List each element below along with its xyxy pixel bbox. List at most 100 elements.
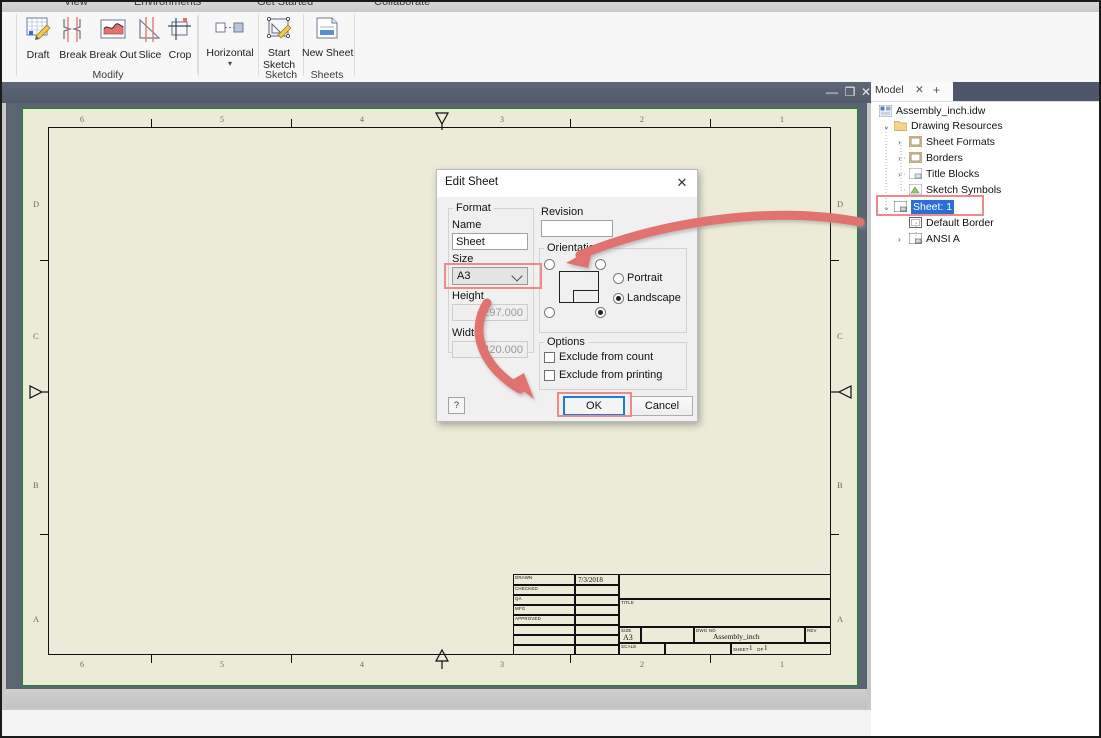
width-label: Width (452, 327, 481, 339)
row-letter-A-right: A (837, 614, 844, 624)
title-block-label-checked: CHECKED (515, 586, 538, 591)
column-number-bottom-1: 1 (780, 660, 784, 669)
minimize-button[interactable]: — (824, 84, 840, 100)
start-sketch-icon (260, 16, 300, 47)
row-letter-D-right: D (837, 199, 844, 209)
ribbon-body: Draft Break Break Out Slice Crop Modify … (2, 12, 1099, 82)
restore-button[interactable]: ❐ (842, 84, 858, 100)
height-input: 297.000 (452, 304, 528, 321)
ribbon-button-break-out-label: Break Out (89, 49, 137, 61)
height-label: Height (452, 290, 484, 302)
break-out-icon (89, 16, 137, 49)
format-group-label: Format (453, 202, 494, 214)
chevron-down-icon[interactable]: ▾ (202, 59, 258, 67)
row-letter-C: C (33, 331, 39, 341)
model-browser-panel: Model ✕ + Assembly_inch.idw ⌄ Drawing Re… (871, 82, 1099, 736)
row-letter-A: A (33, 614, 40, 624)
title-block-label-sheet-of: OF (757, 647, 764, 652)
highlight-size-dropdown (444, 263, 542, 289)
ribbon-tab-environments[interactable]: Environments (134, 2, 201, 8)
title-block-label-qa: QA (515, 596, 522, 601)
column-number-bottom-3: 3 (500, 660, 504, 669)
new-sheet-icon (302, 16, 352, 47)
title-block-value-sheet-total: 1 (764, 644, 768, 652)
tab-model-close-icon[interactable]: ✕ (915, 84, 924, 96)
row-letter-D: D (33, 199, 40, 209)
title-block-label-mfg: MFG (515, 606, 526, 611)
ribbon-button-crop[interactable]: Crop (164, 16, 196, 62)
orientation-corner-top-left-radio[interactable] (544, 259, 555, 270)
orientation-group-label: Orientation (544, 242, 604, 254)
ribbon-group-sheets-label: Sheets (310, 69, 344, 81)
column-number-6: 6 (80, 115, 84, 124)
edit-sheet-dialog[interactable]: Edit Sheet ✕ Format Name Sheet Size A3 H… (436, 169, 698, 422)
ribbon-tab-view[interactable]: View (64, 2, 88, 8)
column-number-bottom-5: 5 (220, 660, 224, 669)
status-bar (6, 689, 867, 708)
ribbon-button-break[interactable]: Break (57, 16, 89, 62)
center-marker-left (29, 385, 49, 399)
tab-model[interactable]: Model (875, 84, 904, 96)
ribbon-button-new-sheet[interactable]: New Sheet (302, 16, 353, 60)
tree-connectors (885, 126, 922, 239)
browser-tab-bar: Model ✕ + (871, 82, 1099, 102)
title-block[interactable]: DRAWN CHECKED QA MFG APPROVED 7/3/2018 T… (513, 574, 831, 655)
drawing-window-titlebar: — ❐ ✕ (2, 82, 871, 103)
add-tab-button[interactable]: + (933, 83, 940, 97)
exclude-from-count-label: Exclude from count (559, 351, 654, 363)
highlight-ok-button (557, 392, 632, 417)
exclude-from-printing-label: Exclude from printing (559, 369, 663, 381)
tab-bar-filler (953, 82, 1099, 101)
ribbon-button-start-sketch[interactable]: Start Sketch (260, 16, 300, 71)
column-number-bottom-4: 4 (360, 660, 364, 669)
ribbon-button-horizontal[interactable]: Horizontal ▾ (202, 16, 258, 67)
width-input: 420.000 (452, 341, 528, 358)
sheet-preview-titleblock (573, 290, 599, 303)
exclude-from-count-checkbox[interactable] (544, 352, 555, 363)
ribbon-button-draft[interactable]: Draft (20, 16, 56, 62)
orientation-corner-bottom-right-radio[interactable] (595, 307, 606, 318)
column-number-bottom-2: 2 (640, 660, 644, 669)
ribbon-button-crop-label: Crop (168, 49, 192, 61)
title-block-value-sheet-num: 1 (749, 644, 753, 652)
help-button[interactable]: ? (448, 397, 465, 414)
ribbon-tab-get-started[interactable]: Get Started (257, 2, 313, 8)
ribbon-group-sketch-label: Sketch (264, 69, 298, 81)
row-letter-B-right: B (837, 480, 843, 490)
ribbon-button-horizontal-label: Horizontal (206, 47, 254, 59)
exclude-from-printing-checkbox[interactable] (544, 370, 555, 381)
crop-icon (164, 16, 196, 49)
ribbon-tab-strip: View Environments Get Started Collaborat… (2, 2, 1099, 12)
options-group-label: Options (544, 336, 588, 348)
revision-input[interactable] (541, 220, 613, 237)
column-number-bottom-6: 6 (80, 660, 84, 669)
center-marker-bottom (434, 648, 450, 669)
orientation-corner-top-right-radio[interactable] (595, 259, 606, 270)
slice-icon (135, 16, 165, 49)
title-block-label-sheet: SHEET (733, 647, 749, 652)
ribbon-tab-collaborate[interactable]: Collaborate (374, 2, 430, 8)
landscape-radio[interactable] (613, 293, 624, 304)
name-label: Name (452, 219, 482, 231)
center-marker-right (831, 385, 852, 399)
title-block-value-dwg-no: Assembly_inch (713, 632, 760, 641)
column-number-5: 5 (220, 115, 224, 124)
options-group (539, 342, 687, 390)
ribbon-button-slice-label: Slice (138, 49, 162, 61)
column-number-2: 2 (640, 115, 644, 124)
ribbon-button-break-label: Break (59, 49, 87, 61)
dialog-titlebar: Edit Sheet ✕ (437, 170, 697, 197)
cancel-button[interactable]: Cancel (631, 396, 693, 416)
row-letter-B: B (33, 480, 39, 490)
ribbon-button-slice[interactable]: Slice (135, 16, 165, 62)
horizontal-icon (202, 16, 258, 47)
ribbon-group-modify-label: Modify (92, 69, 124, 81)
portrait-radio[interactable] (613, 273, 624, 284)
row-letter-C-right: C (837, 331, 843, 341)
name-input[interactable]: Sheet (452, 233, 528, 250)
title-block-value-drawn-date: 7/3/2018 (578, 576, 603, 584)
highlight-tree-sheet-1 (876, 195, 984, 216)
orientation-corner-bottom-left-radio[interactable] (544, 307, 555, 318)
dialog-close-icon[interactable]: ✕ (673, 174, 691, 192)
ribbon-button-break-out[interactable]: Break Out (89, 16, 137, 62)
